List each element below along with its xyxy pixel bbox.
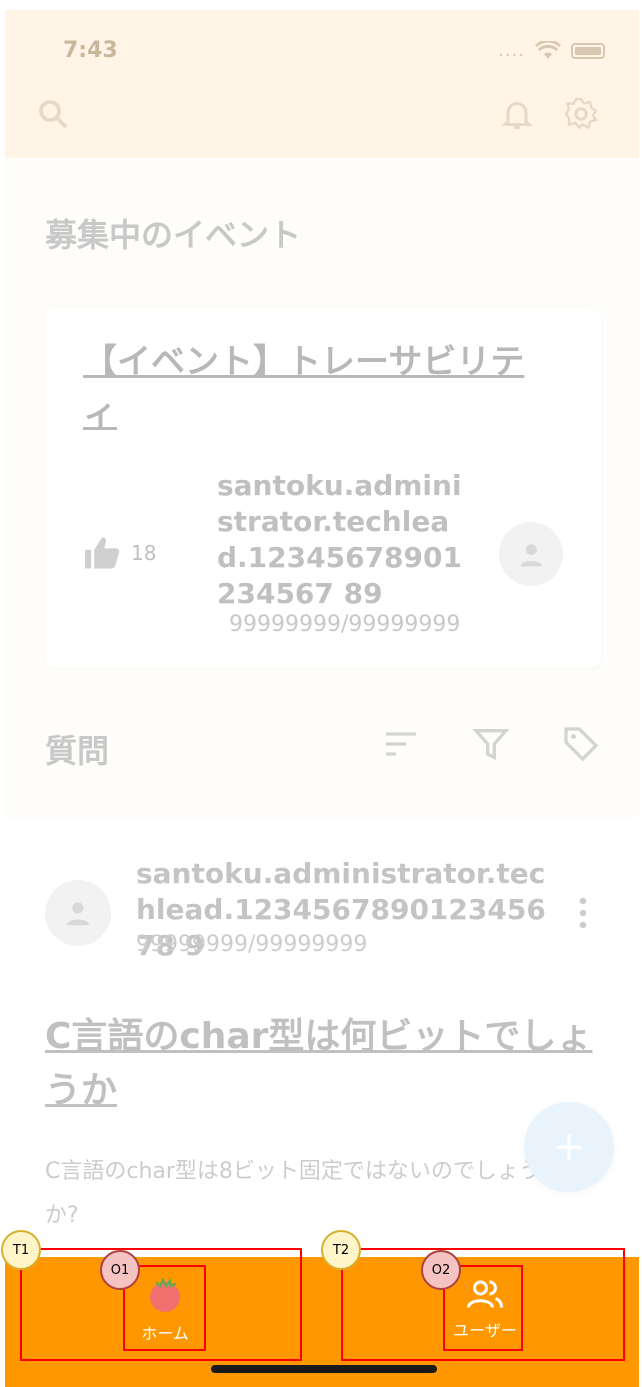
sort-icon[interactable] (381, 724, 421, 764)
event-title[interactable]: 【イベント】トレーサビリティ (83, 336, 543, 440)
question-title[interactable]: C言語のchar型は何ビットでしょうか (45, 1010, 605, 1118)
tag-icon[interactable] (561, 724, 601, 764)
events-section-title: 募集中のイベント (45, 216, 302, 254)
like-button[interactable]: 18 (83, 536, 156, 570)
filter-icon[interactable] (471, 724, 511, 764)
bell-icon[interactable] (499, 96, 535, 132)
avatar[interactable] (499, 522, 563, 586)
annotation-marker-o1: O1 (100, 1250, 140, 1290)
battery-icon (571, 42, 605, 59)
gear-icon[interactable] (563, 96, 599, 132)
annotation-marker-t2: T2 (321, 1230, 361, 1270)
signal-icon: .... (498, 40, 525, 61)
event-user-name: santoku.administrator.techlead.123456789… (217, 469, 462, 610)
app-screen: 7:43 .... 募集中のイベント 【イベント】トレーサビリティ 18 san… (5, 10, 639, 1387)
person-icon (66, 902, 90, 926)
question-points: 99999999/99999999 (136, 932, 368, 957)
event-card[interactable]: 【イベント】トレーサビリティ 18 santoku.administrator.… (45, 308, 601, 668)
more-options-icon[interactable] (573, 896, 593, 930)
question-body: C言語のchar型は8ビット固定ではないのでしょうか? (45, 1159, 541, 1228)
questions-section-title: 質問 (45, 732, 110, 770)
wifi-icon (535, 40, 561, 59)
add-question-button[interactable]: + (524, 1102, 614, 1192)
thumbs-up-icon (85, 537, 120, 569)
event-points: 99999999/99999999 (229, 612, 461, 637)
home-indicator (211, 1365, 437, 1373)
top-header: 7:43 .... (5, 10, 639, 158)
question-avatar[interactable] (45, 880, 111, 946)
annotation-marker-t1: T1 (1, 1230, 41, 1270)
status-time: 7:43 (63, 38, 118, 63)
search-icon[interactable] (35, 96, 71, 132)
like-count: 18 (131, 541, 157, 565)
status-indicators: .... (498, 40, 605, 61)
plus-icon: + (552, 1124, 586, 1170)
person-icon (520, 543, 542, 566)
annotation-marker-o2: O2 (421, 1250, 461, 1290)
